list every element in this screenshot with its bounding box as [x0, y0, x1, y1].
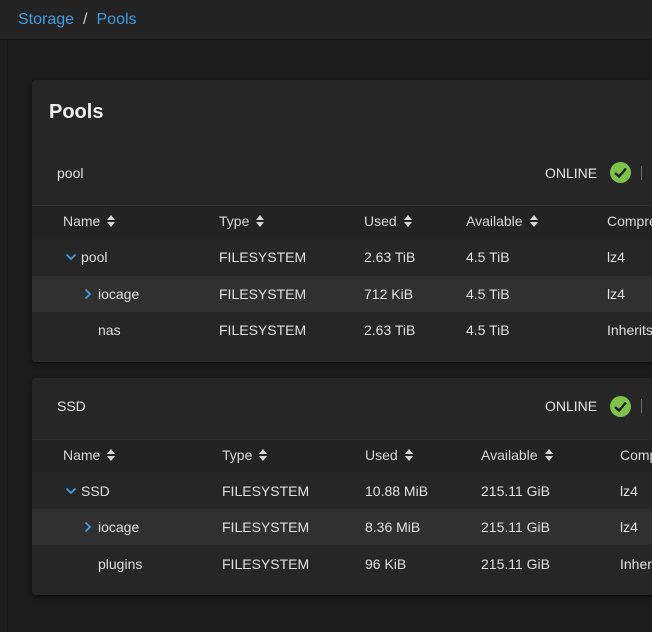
table-row[interactable]: iocage FILESYSTEM 712 KiB 4.5 TiB lz4: [32, 276, 652, 312]
pool-name: SSD: [57, 398, 86, 414]
divider: [641, 399, 642, 413]
dataset-available: 4.5 TiB: [466, 322, 510, 338]
chevron-down-icon[interactable]: [65, 485, 77, 497]
chevron-right-icon[interactable]: [82, 288, 94, 300]
chevron-down-icon[interactable]: [65, 251, 77, 263]
column-header-used[interactable]: Used: [364, 213, 412, 229]
check-circle-icon: [610, 162, 631, 183]
dataset-name: pool: [81, 249, 108, 265]
breadcrumb-storage-link[interactable]: Storage: [18, 11, 74, 28]
dataset-type: FILESYSTEM: [222, 556, 310, 572]
sort-icon[interactable]: [529, 215, 538, 227]
dataset-type: FILESYSTEM: [219, 286, 307, 302]
dataset-available: 4.5 TiB: [466, 286, 510, 302]
dataset-used: 8.36 MiB: [365, 519, 421, 535]
pools-card: Pools pool ONLINE Name Type Used Availab…: [32, 80, 652, 362]
breadcrumb: Storage / Pools: [18, 11, 137, 29]
dataset-available: 215.11 GiB: [481, 519, 551, 535]
dataset-available: 215.11 GiB: [481, 483, 551, 499]
dataset-name: nas: [98, 322, 121, 338]
dataset-used: 10.88 MiB: [365, 483, 429, 499]
column-header-compression[interactable]: Comp: [620, 447, 652, 463]
table-header: Name Type Used Available Compre: [32, 205, 652, 238]
sort-icon[interactable]: [544, 449, 553, 461]
column-header-available[interactable]: Available: [466, 213, 538, 229]
dataset-used: 2.63 TiB: [364, 249, 416, 265]
column-header-type[interactable]: Type: [219, 213, 265, 229]
table-row[interactable]: plugins FILESYSTEM 96 KiB 215.11 GiB Inh…: [32, 546, 652, 582]
pool-status: ONLINE: [545, 165, 598, 181]
column-header-used[interactable]: Used: [365, 447, 413, 463]
dataset-type: FILESYSTEM: [222, 519, 310, 535]
dataset-type: FILESYSTEM: [219, 249, 307, 265]
table-row[interactable]: pool FILESYSTEM 2.63 TiB 4.5 TiB lz4: [32, 239, 652, 275]
dataset-compression: lz4: [620, 483, 638, 499]
ssd-pool-card: SSD ONLINE Name Type Used Available Comp…: [32, 378, 652, 595]
dataset-compression: lz4: [620, 519, 638, 535]
dataset-type: FILESYSTEM: [219, 322, 307, 338]
dataset-used: 2.63 TiB: [364, 322, 416, 338]
dataset-available: 4.5 TiB: [466, 249, 510, 265]
dataset-name: iocage: [98, 519, 140, 535]
column-header-name[interactable]: Name: [63, 447, 116, 463]
sort-icon[interactable]: [107, 215, 116, 227]
check-circle-icon: [610, 396, 631, 417]
sort-icon[interactable]: [256, 215, 265, 227]
dataset-used: 712 KiB: [364, 286, 414, 302]
column-header-compression[interactable]: Compre: [607, 213, 652, 229]
breadcrumb-separator: /: [83, 11, 88, 28]
sort-icon[interactable]: [259, 449, 268, 461]
chevron-right-icon[interactable]: [82, 521, 94, 533]
sort-icon[interactable]: [404, 449, 413, 461]
dataset-compression: lz4: [607, 249, 625, 265]
table-row[interactable]: iocage FILESYSTEM 8.36 MiB 215.11 GiB lz…: [32, 509, 652, 545]
sidebar-edge: [0, 40, 8, 632]
sort-icon[interactable]: [403, 215, 412, 227]
dataset-used: 96 KiB: [365, 556, 407, 572]
pool-status: ONLINE: [545, 398, 598, 414]
column-header-type[interactable]: Type: [222, 447, 268, 463]
breadcrumb-pools-link[interactable]: Pools: [97, 11, 137, 28]
divider: [641, 166, 642, 180]
pool-header: pool ONLINE: [32, 143, 652, 203]
dataset-compression: lz4: [607, 286, 625, 302]
pool-name: pool: [57, 165, 84, 181]
table-row[interactable]: SSD FILESYSTEM 10.88 MiB 215.11 GiB lz4: [32, 473, 652, 509]
page-title: Pools: [49, 101, 104, 123]
dataset-name: iocage: [98, 286, 140, 302]
table-row[interactable]: nas FILESYSTEM 2.63 TiB 4.5 TiB Inherits: [32, 312, 652, 348]
dataset-available: 215.11 GiB: [481, 556, 551, 572]
dataset-compression: Inherits: [607, 322, 652, 338]
column-header-name[interactable]: Name: [63, 213, 116, 229]
pool-header: SSD ONLINE: [32, 378, 652, 438]
table-header: Name Type Used Available Comp: [32, 439, 652, 472]
top-bar: Storage / Pools: [0, 0, 652, 40]
column-header-available[interactable]: Available: [481, 447, 553, 463]
dataset-name: SSD: [81, 483, 110, 499]
dataset-name: plugins: [98, 556, 143, 572]
dataset-compression: Inher: [620, 556, 652, 572]
dataset-type: FILESYSTEM: [222, 483, 310, 499]
sort-icon[interactable]: [107, 449, 116, 461]
